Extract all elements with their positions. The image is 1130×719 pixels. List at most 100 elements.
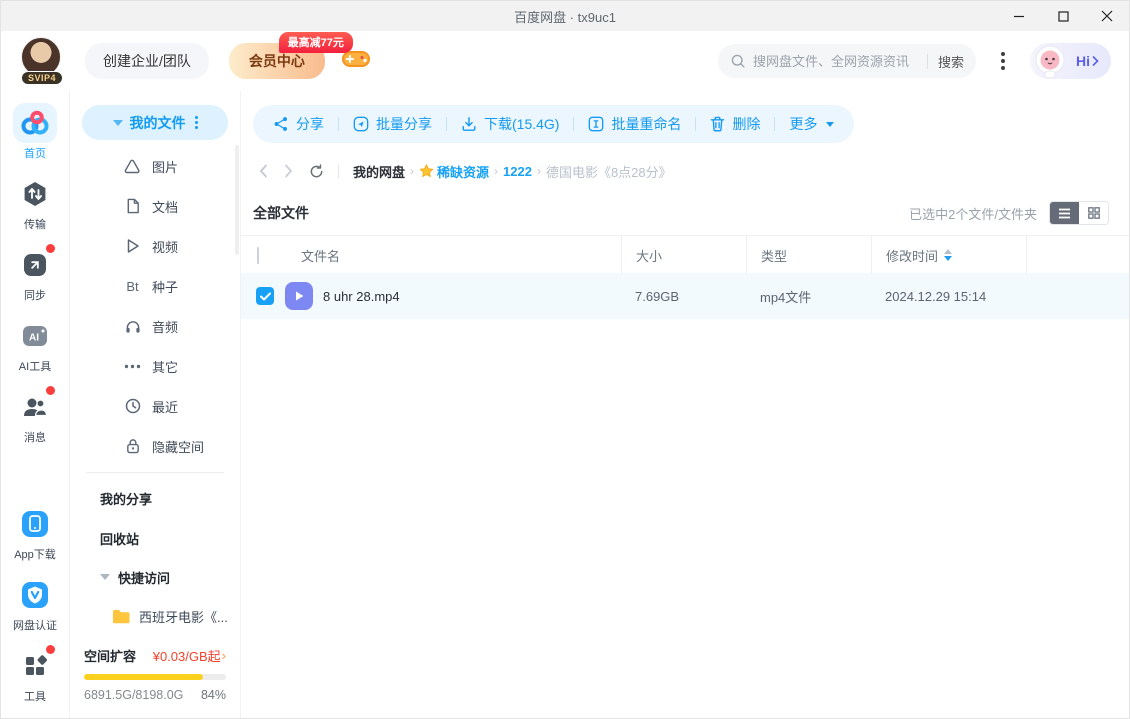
breadcrumb-bar: 我的网盘 › 稀缺资源 › 1222 › 德国电影《8点28分》 [241,143,1129,183]
sidebar-item-quick-folder[interactable]: 西班牙电影《... [70,597,240,636]
tool-label: 下载(15.4G) [484,116,560,132]
video-file-icon [285,282,313,310]
batch-rename-button[interactable]: 批量重命名 [588,114,681,134]
file-name[interactable]: 8 uhr 28.mp4 [323,289,400,304]
main-panel: 分享 批量分享 下载(15.4G) 批量重命名 删除 更多 我的网盘 › 稀缺资… [241,91,1129,718]
rail-label-messages: 消息 [24,432,46,444]
breadcrumb-separator: › [536,164,541,178]
category-label: 最近 [152,399,179,415]
column-header-name[interactable]: 文件名 [285,236,621,274]
storage-price[interactable]: ¥0.03/GB起 [153,646,221,665]
batch-share-button[interactable]: 批量分享 [353,114,432,134]
more-menu-icon[interactable] [986,44,1020,78]
search-divider [926,53,928,69]
sidebar-item-my-shares[interactable]: 我的分享 [70,479,240,518]
refresh-button[interactable] [309,163,324,179]
back-button[interactable] [259,164,268,178]
category-list: 图片 文档 视频 Bt 种子 音频 其它 最近 隐藏空间 [70,146,240,466]
delete-button[interactable]: 删除 [710,114,760,134]
sidebar-item-torrents[interactable]: Bt 种子 [70,266,240,306]
app-window: 百度网盘 · tx9uc1 SVIP4 创建企业/团队 会员中心 最高减77元 [0,0,1130,719]
sort-icon[interactable] [944,249,953,261]
search-button[interactable]: 搜索 [938,52,964,71]
share-button[interactable]: 分享 [273,114,324,134]
row-checkbox-checked[interactable] [256,287,274,305]
action-toolbar: 分享 批量分享 下载(15.4G) 批量重命名 删除 更多 [253,105,855,143]
left-rail: 首页 传输 同步 AI AI工具 消息 App下载 网盘认证 工具 [1,91,69,718]
breadcrumb-separator: › [494,164,499,178]
minimize-button[interactable] [997,1,1041,31]
category-label: 图片 [152,159,179,175]
column-header-size[interactable]: 大小 [621,236,746,274]
rail-item-ai-tools[interactable]: AI AI工具 [13,316,57,374]
toolbar-separator [695,117,697,131]
file-type: mp4文件 [760,289,812,305]
sidebar-item-recycle-bin[interactable]: 回收站 [70,518,240,557]
breadcrumb-item[interactable]: 稀缺资源 [437,162,489,181]
storage-progress-bar [84,674,226,681]
more-button[interactable]: 更多 [789,114,835,134]
sidebar-item-images[interactable]: 图片 [70,146,240,186]
sidebar-item-videos[interactable]: 视频 [70,226,240,266]
column-label: 修改时间 [886,248,939,264]
my-files-menu-icon[interactable] [194,116,198,130]
tool-label: 分享 [296,116,324,132]
sidebar-item-my-files[interactable]: 我的文件 [82,105,228,141]
rail-item-messages[interactable]: 消息 [13,386,57,445]
my-files-label: 我的文件 [129,114,186,131]
column-header-modified[interactable]: 修改时间 [871,236,1026,274]
ai-icon: AI [22,324,48,348]
rail-label-app-download: App下载 [14,549,56,561]
user-avatar[interactable]: SVIP4 [20,37,64,85]
search-input[interactable] [753,53,917,69]
create-team-button[interactable]: 创建企业/团队 [85,43,209,79]
select-all-checkbox[interactable] [257,246,259,264]
file-modified: 2024.12.29 15:14 [885,288,987,304]
sidebar-item-audio[interactable]: 音频 [70,306,240,346]
sidebar: 我的文件 图片 文档 视频 Bt 种子 音频 其它 最近 隐藏空间 我的分享 回… [69,91,241,718]
download-button[interactable]: 下载(15.4G) [461,114,559,134]
search-bar[interactable]: 搜索 [718,44,976,78]
storage-expand-label[interactable]: 空间扩容 [84,646,136,665]
transfer-icon [22,181,48,207]
breadcrumb-item[interactable]: 1222 [503,164,532,179]
list-view-button[interactable] [1050,202,1079,224]
rail-item-home[interactable]: 首页 [13,103,57,161]
star-icon [419,164,434,178]
rename-icon [588,116,604,132]
sidebar-item-documents[interactable]: 文档 [70,186,240,226]
category-label: 其它 [152,359,179,375]
column-header-type[interactable]: 类型 [746,236,871,274]
sidebar-item-hidden-space[interactable]: 隐藏空间 [70,426,240,466]
messages-icon [22,395,48,419]
sidebar-item-quick-access[interactable]: 快捷访问 [70,558,240,597]
breadcrumb: 我的网盘 › 稀缺资源 › 1222 › 德国电影《8点28分》 [353,162,672,181]
breadcrumb-item[interactable]: 我的网盘 [353,162,405,181]
close-button[interactable] [1085,1,1129,31]
sidebar-scrollbar[interactable] [235,145,239,255]
search-icon [730,53,746,69]
rail-item-sync[interactable]: 同步 [13,244,57,303]
trash-icon [710,116,725,132]
vip-center-button[interactable]: 会员中心 最高减77元 [228,32,353,79]
share-icon [273,116,289,132]
grid-view-button[interactable] [1079,202,1108,224]
shield-v-icon [21,581,49,609]
tool-label: 更多 [789,116,818,132]
assistant-button[interactable]: Hi [1030,43,1111,79]
sidebar-item-recent[interactable]: 最近 [70,386,240,426]
breadcrumb-separator: › [410,164,415,178]
table-row[interactable]: 8 uhr 28.mp4 7.69GB mp4文件 2024.12.29 15:… [241,273,1129,319]
selection-info: 已选中2个文件/文件夹 [909,206,1037,222]
rail-item-transfer[interactable]: 传输 [13,174,57,232]
filelist-header-row: 全部文件 已选中2个文件/文件夹 [241,183,1129,235]
clock-icon [124,398,141,414]
rail-item-app-download[interactable]: App下载 [13,504,57,562]
rail-item-verification[interactable]: 网盘认证 [13,575,57,633]
sidebar-item-others[interactable]: 其它 [70,346,240,386]
rail-label-verification: 网盘认证 [13,620,57,632]
maximize-button[interactable] [1041,1,1085,31]
tool-label: 批量分享 [376,116,432,132]
rail-item-tools[interactable]: 工具 [13,645,57,704]
forward-button[interactable] [284,164,293,178]
